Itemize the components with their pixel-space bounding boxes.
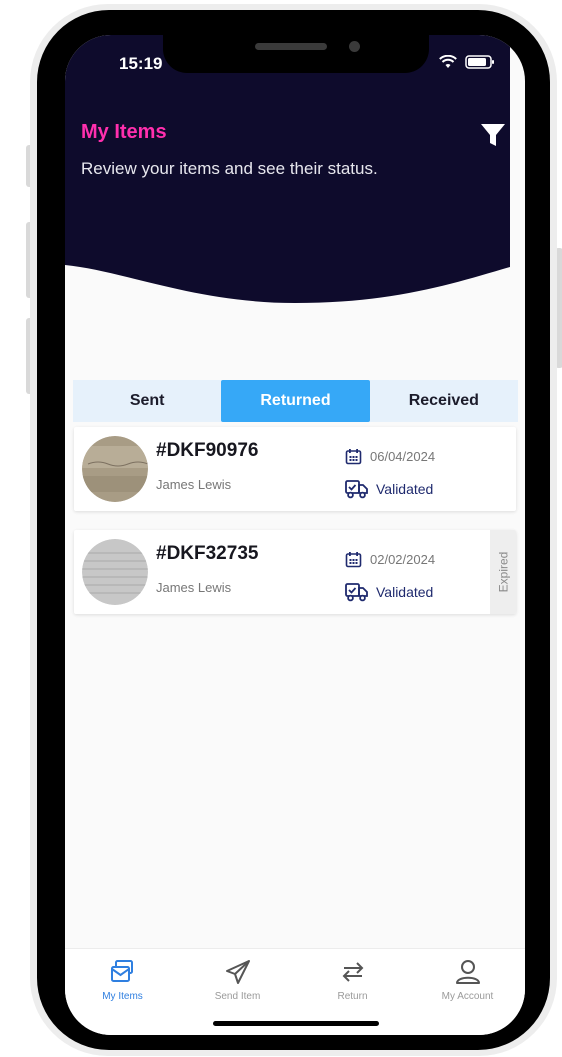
- account-icon: [455, 960, 480, 984]
- status-time: 15:19: [119, 54, 163, 73]
- expired-badge: Expired: [490, 530, 516, 614]
- item-id: #DKF32735: [156, 543, 259, 564]
- delivery-truck-icon: [345, 480, 368, 499]
- notch: [163, 35, 429, 73]
- nav-my-items[interactable]: My Items: [65, 949, 180, 1035]
- item-thumbnail: [82, 539, 148, 605]
- page-subtitle: Review your items and see their status.: [81, 159, 378, 178]
- home-indicator[interactable]: [213, 1021, 379, 1026]
- nav-label: Send Item: [214, 991, 261, 1002]
- filter-icon[interactable]: [479, 121, 507, 149]
- speaker: [255, 43, 327, 50]
- item-owner: James Lewis: [156, 580, 232, 595]
- wifi-icon: [439, 55, 457, 68]
- return-icon: [342, 962, 363, 982]
- item-status: Validated: [376, 481, 434, 497]
- header-background: [65, 35, 510, 303]
- item-date: 06/04/2024: [370, 449, 436, 464]
- calendar-icon: [345, 552, 362, 568]
- item-date: 02/02/2024: [370, 552, 436, 567]
- delivery-truck-icon: [345, 583, 368, 602]
- item-id: #DKF90976: [156, 440, 259, 461]
- tab-sent[interactable]: Sent: [73, 380, 221, 422]
- nav-label: My Items: [102, 991, 143, 1002]
- my-items-icon: [110, 960, 133, 982]
- phone-screen: 15:19 My Items Review your items and see…: [65, 35, 525, 1035]
- status-tabs: Sent Returned Received: [73, 380, 518, 422]
- nav-label: My Account: [441, 991, 494, 1002]
- expired-label: Expired: [496, 551, 510, 593]
- camera: [349, 41, 360, 52]
- nav-my-account[interactable]: My Account: [410, 949, 525, 1035]
- item-card[interactable]: #DKF90976 James Lewis 06/04/2024 Validat…: [74, 427, 516, 511]
- battery-icon: [465, 55, 494, 69]
- item-status: Validated: [376, 584, 434, 600]
- item-owner: James Lewis: [156, 477, 232, 492]
- status-icons: [439, 55, 495, 69]
- tab-returned[interactable]: Returned: [221, 380, 370, 422]
- tab-received[interactable]: Received: [370, 380, 518, 422]
- item-card[interactable]: #DKF32735 James Lewis 02/02/2024 Validat…: [74, 530, 516, 614]
- nav-label: Return: [337, 991, 368, 1002]
- send-icon: [225, 960, 250, 984]
- item-thumbnail: [82, 436, 148, 502]
- calendar-icon: [345, 449, 362, 465]
- page-title: My Items: [81, 121, 167, 143]
